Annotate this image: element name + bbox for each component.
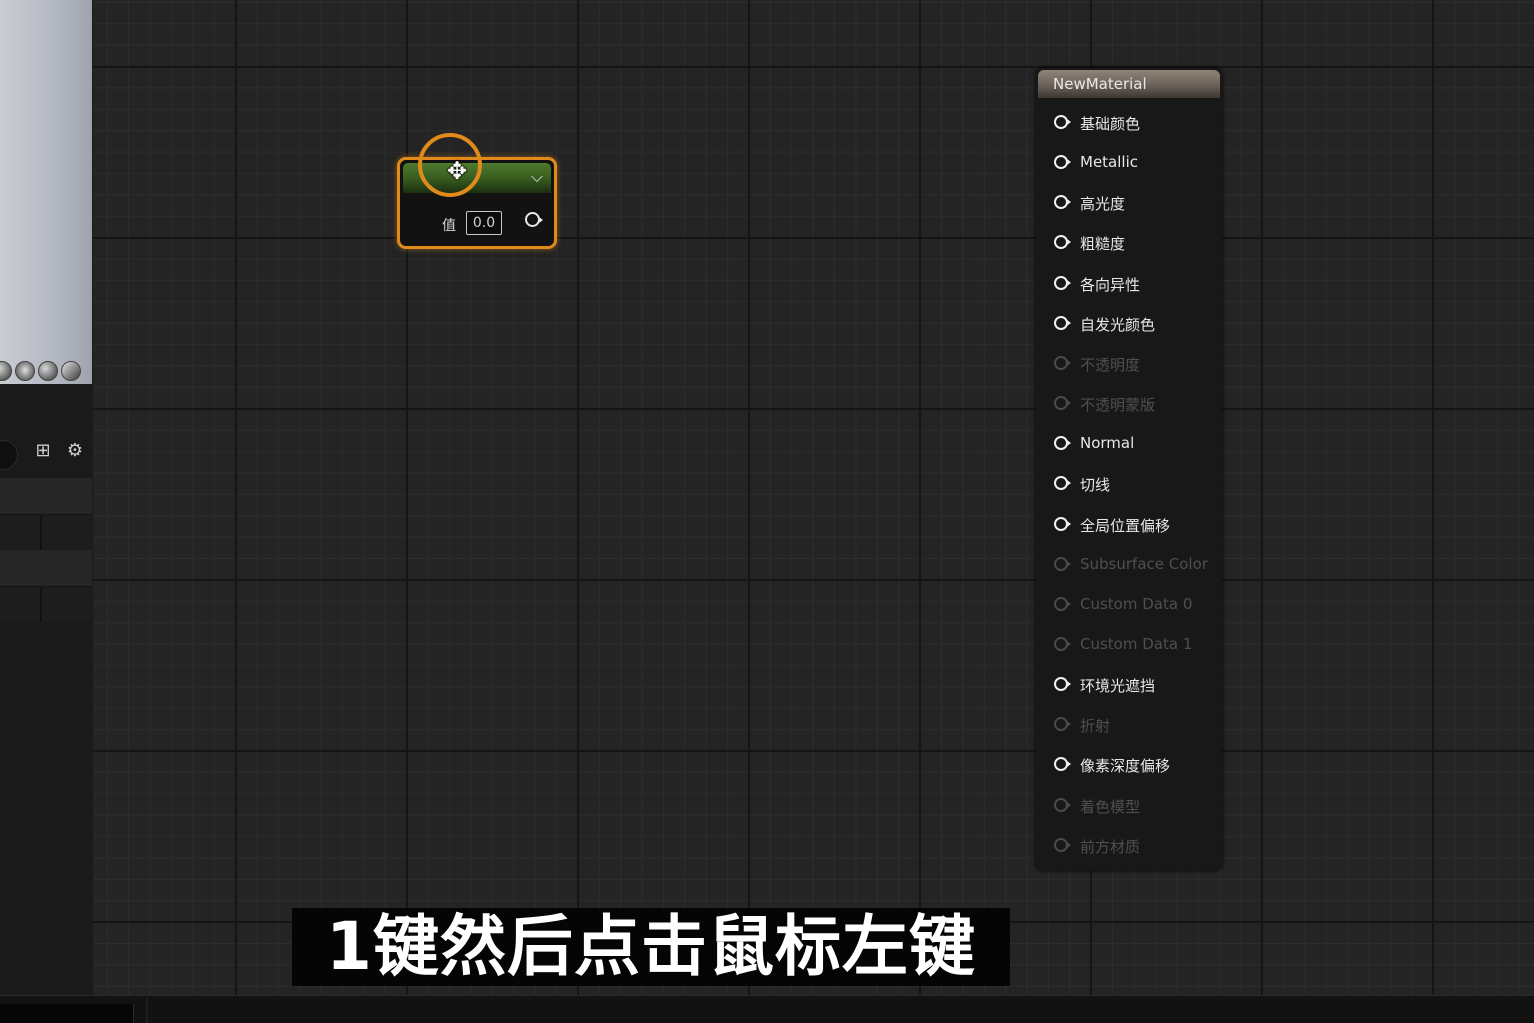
details-row[interactable] <box>0 478 92 514</box>
input-pin-row[interactable]: 折射 <box>1036 710 1222 738</box>
pin-icon[interactable] <box>1054 556 1071 571</box>
pin-label: 高光度 <box>1080 195 1126 214</box>
move-cursor-icon: ✥ <box>446 157 468 185</box>
material-editor: ⊞ ⚙ ⌵ 值 0.0 ✥ NewMaterial 基础颜色 Metallic 高光… <box>0 0 1534 1023</box>
input-pin-row[interactable]: 粗糙度 <box>1036 228 1222 256</box>
pin-icon[interactable] <box>1054 516 1071 531</box>
input-pin-row[interactable]: Custom Data 0 <box>1036 590 1222 618</box>
pin-icon[interactable] <box>1054 355 1071 370</box>
details-row[interactable] <box>0 514 92 550</box>
cylinder-preview-icon[interactable] <box>0 361 12 381</box>
pin-label: 基础颜色 <box>1080 115 1141 133</box>
graph-canvas[interactable] <box>93 0 1534 995</box>
content-drawer-tab[interactable] <box>0 1004 134 1023</box>
details-row[interactable] <box>0 550 92 586</box>
input-pin-row[interactable]: 切线 <box>1036 469 1222 497</box>
pin-label: 不透明度 <box>1080 355 1141 374</box>
pin-label: 像素深度偏移 <box>1080 757 1171 776</box>
input-pin-row[interactable]: Custom Data 1 <box>1036 630 1222 658</box>
pin-label: 自发光颜色 <box>1080 315 1156 334</box>
bottom-status-bar <box>0 995 1534 1023</box>
sphere-preview-icon[interactable] <box>38 361 58 381</box>
separator <box>146 998 148 1023</box>
pin-icon[interactable] <box>1054 717 1071 732</box>
pin-label: Subsurface Color <box>1080 554 1208 573</box>
value-label: 值 <box>442 218 456 234</box>
cube-preview-icon[interactable] <box>61 361 81 381</box>
input-pin-row[interactable]: 基础颜色 <box>1036 108 1222 136</box>
input-pin-row[interactable]: 像素深度偏移 <box>1036 750 1222 778</box>
plane-preview-icon[interactable] <box>15 361 35 381</box>
gear-icon[interactable]: ⚙ <box>64 440 86 462</box>
pin-label: Metallic <box>1080 153 1138 172</box>
table-icon[interactable]: ⊞ <box>32 440 54 462</box>
video-subtitle: 1键然后点击鼠标左键 <box>292 908 1010 986</box>
pin-icon[interactable] <box>1054 396 1071 411</box>
pin-icon[interactable] <box>1054 436 1071 451</box>
pin-label: 折射 <box>1080 717 1111 736</box>
input-pin-row[interactable]: 自发光颜色 <box>1036 309 1222 337</box>
node-header[interactable]: NewMaterial <box>1038 70 1220 98</box>
input-pin-row[interactable]: 高光度 <box>1036 188 1222 216</box>
input-pin-row[interactable]: Metallic <box>1036 148 1222 176</box>
left-panel: ⊞ ⚙ <box>0 0 94 995</box>
preview-shape-toolbar <box>0 360 92 382</box>
pin-label: 不透明蒙版 <box>1080 396 1156 415</box>
details-toolbar: ⊞ ⚙ <box>0 432 92 472</box>
pin-label: Normal <box>1080 434 1135 453</box>
pin-icon[interactable] <box>1054 636 1071 651</box>
input-pin-row[interactable]: 不透明度 <box>1036 349 1222 377</box>
input-pin-row[interactable]: 各向异性 <box>1036 269 1222 297</box>
input-pin-row[interactable]: 着色模型 <box>1036 791 1222 819</box>
pin-label: Custom Data 0 <box>1080 594 1193 613</box>
pin-label: 着色模型 <box>1080 797 1141 816</box>
pin-label: 全局位置偏移 <box>1080 516 1171 535</box>
pin-label: 环境光遮挡 <box>1080 677 1156 696</box>
input-pin-row[interactable]: Subsurface Color <box>1036 550 1222 578</box>
input-pin-row[interactable]: 不透明蒙版 <box>1036 389 1222 417</box>
pin-label: Custom Data 1 <box>1080 634 1193 653</box>
input-pin-row[interactable]: Normal <box>1036 429 1222 457</box>
output-pin[interactable] <box>525 212 543 227</box>
material-result-node[interactable]: NewMaterial 基础颜色 Metallic 高光度粗糙度各向异性自发光颜色不… <box>1036 68 1222 870</box>
pin-label: 各向异性 <box>1080 275 1141 294</box>
pin-icon[interactable] <box>1054 596 1071 611</box>
pin-label: 前方材质 <box>1080 837 1141 856</box>
search-field[interactable] <box>0 440 18 470</box>
chevron-down-icon[interactable]: ⌵ <box>531 167 543 187</box>
material-preview-viewport[interactable] <box>0 0 92 384</box>
pin-icon[interactable] <box>1054 315 1071 330</box>
pin-icon[interactable] <box>1054 155 1071 170</box>
pin-icon[interactable] <box>1054 837 1071 852</box>
node-title: NewMaterial <box>1053 75 1147 93</box>
pin-icon[interactable] <box>1054 797 1071 812</box>
pin-label: 粗糙度 <box>1080 235 1126 254</box>
pin-icon[interactable] <box>1054 195 1071 210</box>
pin-icon[interactable] <box>1054 235 1071 250</box>
input-pin-row[interactable]: 前方材质 <box>1036 831 1222 859</box>
input-pin-row[interactable]: 全局位置偏移 <box>1036 510 1222 538</box>
pin-icon[interactable] <box>1054 757 1071 772</box>
pin-label: 切线 <box>1080 476 1111 495</box>
value-input[interactable]: 0.0 <box>466 211 502 235</box>
pin-icon[interactable] <box>1054 275 1071 290</box>
pin-icon[interactable] <box>1054 677 1071 692</box>
details-row[interactable] <box>0 586 92 622</box>
input-pin-row[interactable]: 环境光遮挡 <box>1036 670 1222 698</box>
pin-icon[interactable] <box>1054 115 1071 129</box>
pin-icon[interactable] <box>1054 476 1071 491</box>
